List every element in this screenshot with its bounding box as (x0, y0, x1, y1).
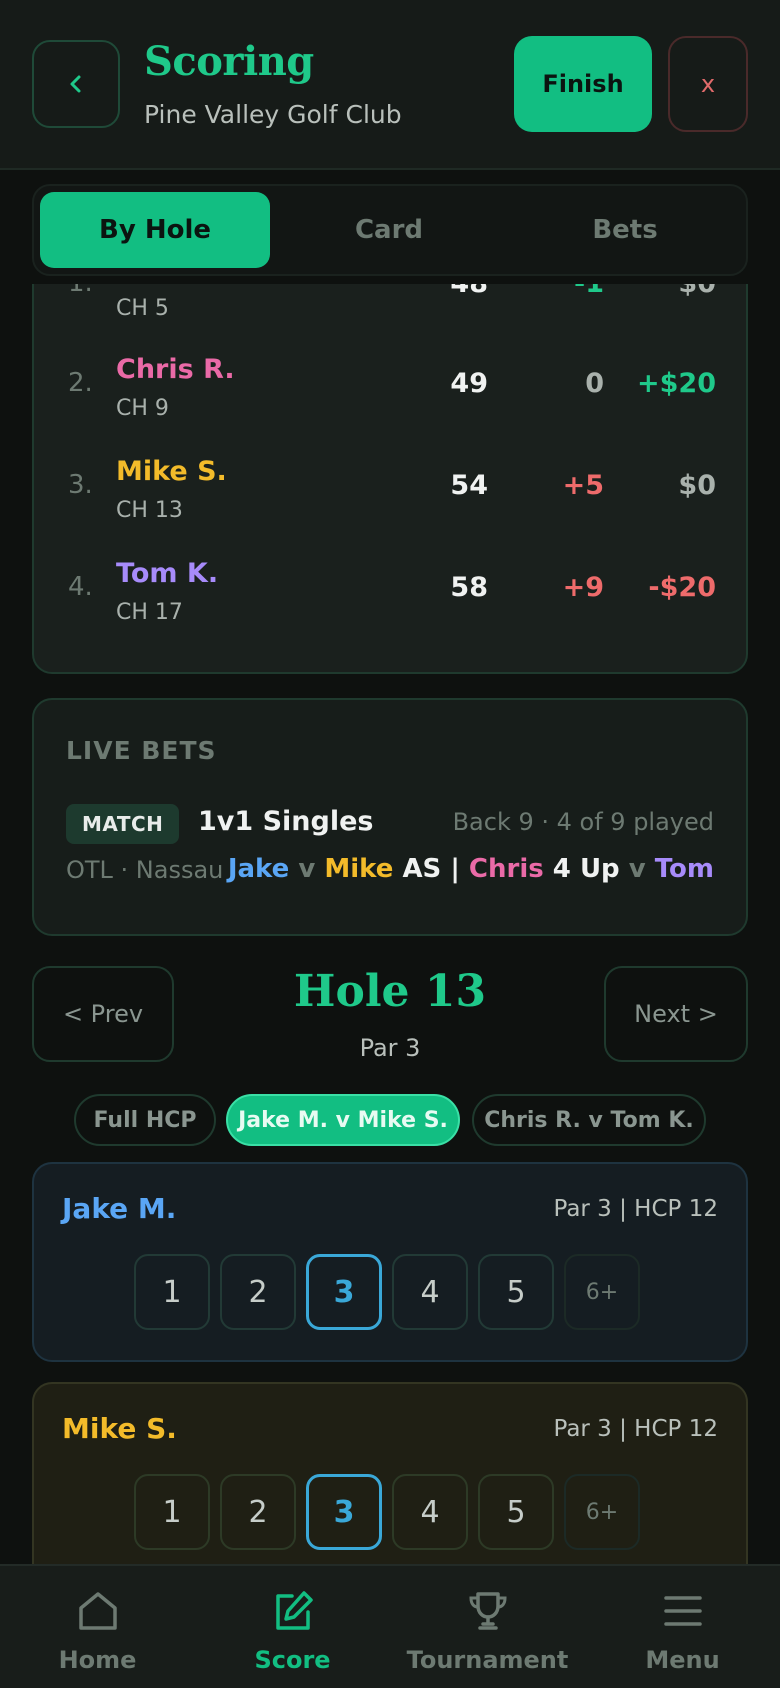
bet-format: OTL · Nassau (66, 856, 224, 884)
versus: v (298, 854, 316, 884)
par-hcp-info: Par 3 | HCP 12 (553, 1196, 718, 1222)
scoring-screen: 1. CH 5 48 -1 $0 2. Chris R. CH 9 49 0 +… (0, 0, 780, 1688)
hole-par: Par 3 (359, 1034, 421, 1062)
player-chris: Chris (468, 854, 544, 884)
gross-score: 49 (450, 368, 488, 399)
player-name: Mike S. (116, 456, 227, 487)
page-title: Scoring (144, 38, 314, 85)
view-tabs: By Hole Card Bets (32, 184, 748, 276)
edit-icon (276, 1591, 313, 1630)
money: +$20 (637, 368, 716, 399)
gross-score: 54 (450, 470, 488, 501)
course-handicap: CH 9 (116, 396, 169, 421)
score-option-3[interactable]: 3 (306, 1254, 382, 1330)
bottom-nav: Home Score Tournament Menu (0, 1564, 780, 1688)
bet-status: Jake v Mike AS | Chris 4 Up v Tom (228, 854, 714, 884)
score-option-1[interactable]: 1 (134, 1254, 210, 1330)
net-to-par: +9 (562, 572, 604, 603)
course-handicap: CH 17 (116, 600, 183, 625)
net-to-par: 0 (585, 368, 604, 399)
nav-score[interactable]: Score (195, 1566, 390, 1688)
score-option-5[interactable]: 5 (478, 1474, 554, 1550)
course-handicap: CH 5 (116, 296, 169, 321)
score-option-2[interactable]: 2 (220, 1474, 296, 1550)
versus: v (628, 854, 646, 884)
rank: 3. (68, 470, 93, 500)
player-name: Jake M. (62, 1192, 177, 1225)
nav-tournament[interactable]: Tournament (390, 1566, 585, 1688)
nav-menu[interactable]: Menu (585, 1566, 780, 1688)
rank: 2. (68, 368, 93, 398)
leaderboard-row[interactable]: 4. Tom K. CH 17 58 +9 -$20 (34, 556, 746, 656)
nav-home[interactable]: Home (0, 1566, 195, 1688)
filter-chris-v-tom[interactable]: Chris R. v Tom K. (472, 1094, 706, 1146)
nav-label: Menu (645, 1646, 720, 1674)
player-mike: Mike (324, 854, 394, 884)
nav-label: Tournament (406, 1646, 569, 1674)
separator: | (450, 854, 460, 884)
money: $0 (678, 470, 716, 501)
leaderboard-card: 1. CH 5 48 -1 $0 2. Chris R. CH 9 49 0 +… (32, 220, 748, 674)
nav-label: Home (58, 1646, 137, 1674)
menu-icon (664, 1596, 702, 1626)
score-option-3[interactable]: 3 (306, 1474, 382, 1550)
back-button[interactable] (32, 40, 120, 128)
player-name: Mike S. (62, 1412, 177, 1445)
prev-hole-button[interactable]: < Prev (32, 966, 174, 1062)
score-option-2[interactable]: 2 (220, 1254, 296, 1330)
player-name: Tom K. (116, 558, 219, 589)
section-title: LIVE BETS (66, 736, 217, 765)
bet-name[interactable]: 1v1 Singles (198, 806, 373, 837)
score-option-5[interactable]: 5 (478, 1254, 554, 1330)
rank: 4. (68, 572, 93, 602)
bet-progress: Back 9 · 4 of 9 played (452, 808, 714, 836)
course-handicap: CH 13 (116, 498, 183, 523)
leaderboard-row[interactable]: 2. Chris R. CH 9 49 0 +$20 (34, 352, 746, 452)
score-option-1[interactable]: 1 (134, 1474, 210, 1550)
leaderboard-row[interactable]: 3. Mike S. CH 13 54 +5 $0 (34, 454, 746, 554)
score-option-6-plus[interactable]: 6+ (564, 1474, 640, 1550)
nav-label: Score (254, 1646, 331, 1674)
tab-bets[interactable]: Bets (510, 192, 740, 268)
gross-score: 58 (450, 572, 488, 603)
next-hole-button[interactable]: Next > (604, 966, 748, 1062)
header: Scoring Pine Valley Golf Club Finish x (0, 0, 780, 170)
player-jake: Jake (227, 854, 290, 884)
match-result: 4 Up (552, 854, 620, 884)
tab-by-hole[interactable]: By Hole (40, 192, 270, 268)
score-option-6-plus[interactable]: 6+ (564, 1254, 640, 1330)
hole-title: Hole 13 (293, 966, 487, 1017)
net-to-par: +5 (562, 470, 604, 501)
player-name: Chris R. (116, 354, 235, 385)
live-bets-card: LIVE BETS MATCH 1v1 Singles Back 9 · 4 o… (32, 698, 748, 936)
chevron-left-icon (70, 75, 81, 93)
filter-jake-v-mike[interactable]: Jake M. v Mike S. (226, 1094, 460, 1146)
player-score-card: Jake M. Par 3 | HCP 12 1 2 3 4 5 6+ (32, 1162, 748, 1362)
player-tom: Tom (654, 854, 714, 884)
trophy-icon (469, 1592, 507, 1630)
match-result: AS (402, 854, 442, 884)
finish-button[interactable]: Finish (514, 36, 652, 132)
course-name: Pine Valley Golf Club (144, 100, 402, 129)
money: -$20 (648, 572, 716, 603)
par-hcp-info: Par 3 | HCP 12 (553, 1416, 718, 1442)
close-button[interactable]: x (668, 36, 748, 132)
bet-type-badge: MATCH (66, 804, 180, 844)
score-option-4[interactable]: 4 (392, 1474, 468, 1550)
tab-card[interactable]: Card (274, 192, 504, 268)
filter-full-hcp[interactable]: Full HCP (74, 1094, 216, 1146)
home-icon (79, 1592, 117, 1630)
score-option-4[interactable]: 4 (392, 1254, 468, 1330)
